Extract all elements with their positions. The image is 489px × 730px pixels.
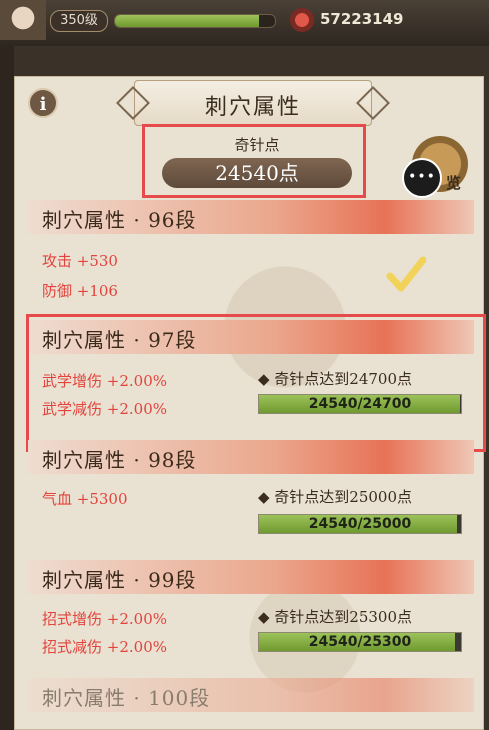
- tier-attribute: 招式增伤 +2.00%: [42, 610, 167, 628]
- top-status-bar: 350级 57223149: [0, 0, 489, 46]
- tier-title: 刺穴属性 · 98段: [42, 448, 197, 472]
- chat-icon: •••: [402, 158, 442, 198]
- player-level: 350级: [50, 10, 108, 32]
- progress-bar: 24540/25000: [258, 514, 462, 534]
- tier-attribute: 防御 +106: [42, 282, 118, 300]
- tier-attribute: 攻击 +530: [42, 252, 118, 270]
- progress-bar: 24540/25300: [258, 632, 462, 652]
- tier-header: 刺穴属性 · 100段: [28, 678, 474, 712]
- panel-title: 刺穴属性: [204, 95, 301, 120]
- tier-attribute: 招式减伤 +2.00%: [42, 638, 167, 656]
- tier-header: 刺穴属性 · 96段: [28, 200, 474, 234]
- xp-bar: [114, 14, 276, 28]
- tier-section-98: 刺穴属性 · 98段 气血 +5300 ◆ 奇针点达到25000点 24540/…: [28, 440, 474, 550]
- xp-bar-fill: [115, 15, 259, 27]
- gem-icon: [290, 8, 314, 32]
- tier-attribute: 气血 +5300: [42, 490, 128, 508]
- highlight-box-tier-97: [26, 314, 486, 452]
- checkmark-icon: [386, 256, 426, 292]
- player-avatar[interactable]: [0, 0, 46, 40]
- tier-requirement: ◆ 奇针点达到25300点: [258, 608, 413, 626]
- progress-text: 24540/25300: [308, 634, 412, 650]
- title-banner: 刺穴属性: [134, 80, 372, 126]
- info-icon[interactable]: i: [28, 88, 58, 118]
- highlight-box-points: [142, 124, 366, 198]
- tier-title: 刺穴属性 · 96段: [42, 208, 197, 232]
- chat-side-text: 览: [446, 174, 462, 192]
- chat-button[interactable]: ••• 览: [402, 136, 476, 200]
- tier-header: 刺穴属性 · 98段: [28, 440, 474, 474]
- progress-text: 24540/25000: [308, 516, 412, 532]
- tier-header: 刺穴属性 · 99段: [28, 560, 474, 594]
- tier-requirement: ◆ 奇针点达到25000点: [258, 488, 413, 506]
- tier-title: 刺穴属性 · 100段: [42, 686, 211, 710]
- currency-value: 57223149: [320, 10, 404, 28]
- tier-section-99: 刺穴属性 · 99段 招式增伤 +2.00% 招式减伤 +2.00% ◆ 奇针点…: [28, 560, 474, 670]
- tier-title: 刺穴属性 · 99段: [42, 568, 197, 592]
- tier-section-100: 刺穴属性 · 100段: [28, 678, 474, 718]
- background-strip: [0, 46, 14, 730]
